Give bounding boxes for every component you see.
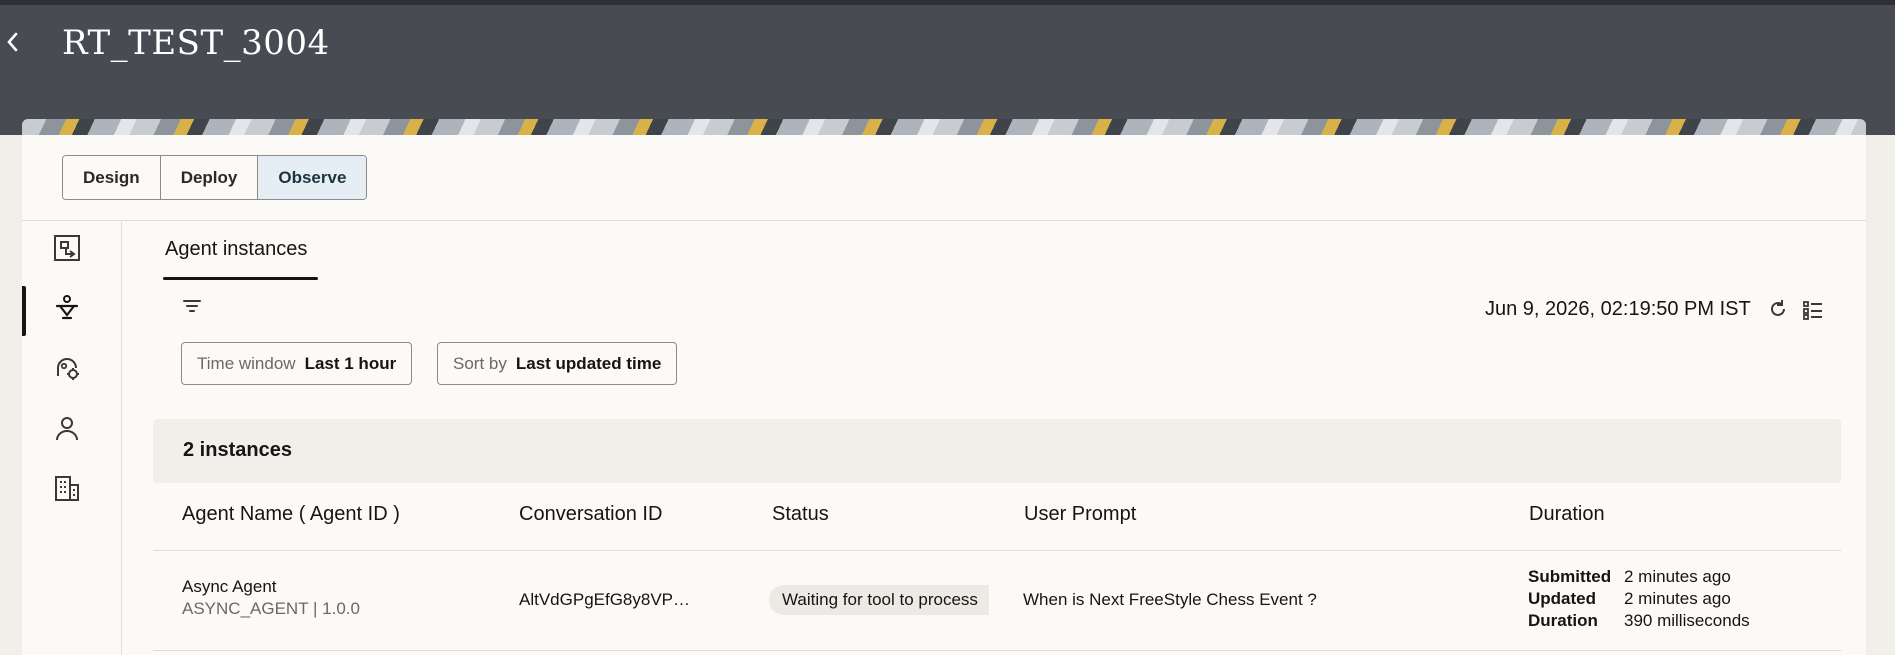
deploy-button[interactable]: Deploy [160,156,259,199]
tab-active-underline [163,277,318,280]
agent-id: ASYNC_AGENT | 1.0.0 [182,599,360,618]
duration-details: Submitted 2 minutes ago Updated 2 minute… [1528,567,1750,631]
rail-item-flows[interactable] [52,233,82,263]
column-header-status[interactable]: Status [772,503,829,526]
mode-segmented-control: Design Deploy Observe [62,155,368,200]
table-row[interactable]: Async Agent ASYNC_AGENT | 1.0.0 AltVdGPg… [153,551,1841,651]
back-button[interactable] [6,31,26,57]
sort-by-filter[interactable]: Sort by Last updated time [437,342,678,385]
table-header: Agent Name ( Agent ID ) Conversation ID … [153,483,1841,551]
rail-item-agent-instances[interactable] [52,293,82,323]
conversation-id[interactable]: AltVdGPgEfG8y8VP… [519,590,690,610]
chevron-left-icon [7,32,18,52]
header-banner-pattern [22,119,1866,135]
user-icon [56,417,78,441]
rail-item-organization[interactable] [52,473,82,503]
flow-diagram-icon [54,235,80,261]
submitted-value: 2 minutes ago [1624,567,1731,586]
page-title: RT_TEST_3004 [62,23,330,63]
main-card: Design Deploy Observe Agent instances Ju… [22,135,1866,655]
divider [22,220,1866,221]
design-button[interactable]: Design [63,156,161,199]
last-refreshed-timestamp: Jun 9, 2026, 02:19:50 PM IST [1485,298,1751,320]
app-header: RT_TEST_3004 [0,5,1895,135]
column-settings-button[interactable] [1802,300,1824,320]
rail-item-users[interactable] [52,413,82,443]
refresh-button[interactable] [1767,298,1789,320]
tab-agent-instances[interactable]: Agent instances [165,238,307,282]
building-icon [55,476,79,501]
instances-count-bar: 2 instances [153,419,1841,483]
observe-button[interactable]: Observe [258,156,367,199]
time-window-label: Time window [197,353,296,373]
rail-item-agents[interactable] [52,353,82,383]
rail-active-indicator [22,286,26,336]
submitted-label: Submitted [1528,567,1612,586]
column-header-user-prompt[interactable]: User Prompt [1024,503,1136,526]
agent-settings-icon [57,358,79,380]
filter-button[interactable] [181,295,203,317]
user-prompt: When is Next FreeStyle Chess Event ? [1023,590,1317,609]
instances-count: 2 instances [183,439,292,461]
column-header-agent-name[interactable]: Agent Name ( Agent ID ) [182,503,400,526]
sort-by-value: Last updated time [515,353,662,373]
refresh-icon [1771,300,1785,316]
list-settings-icon [1803,301,1822,320]
agent-instances-icon [55,295,79,320]
time-window-value: Last 1 hour [304,353,397,373]
side-rail [22,221,122,655]
status-badge: Waiting for tool to process [769,585,989,615]
updated-label: Updated [1528,589,1596,608]
agent-name: Async Agent [182,577,277,596]
column-header-duration[interactable]: Duration [1529,503,1605,526]
duration-label: Duration [1528,611,1598,630]
duration-value: 390 milliseconds [1624,611,1750,630]
sort-by-label: Sort by [453,353,507,373]
column-header-conversation-id[interactable]: Conversation ID [519,503,662,526]
filter-icon [183,300,201,312]
updated-value: 2 minutes ago [1624,589,1731,608]
time-window-filter[interactable]: Time window Last 1 hour [181,342,413,385]
